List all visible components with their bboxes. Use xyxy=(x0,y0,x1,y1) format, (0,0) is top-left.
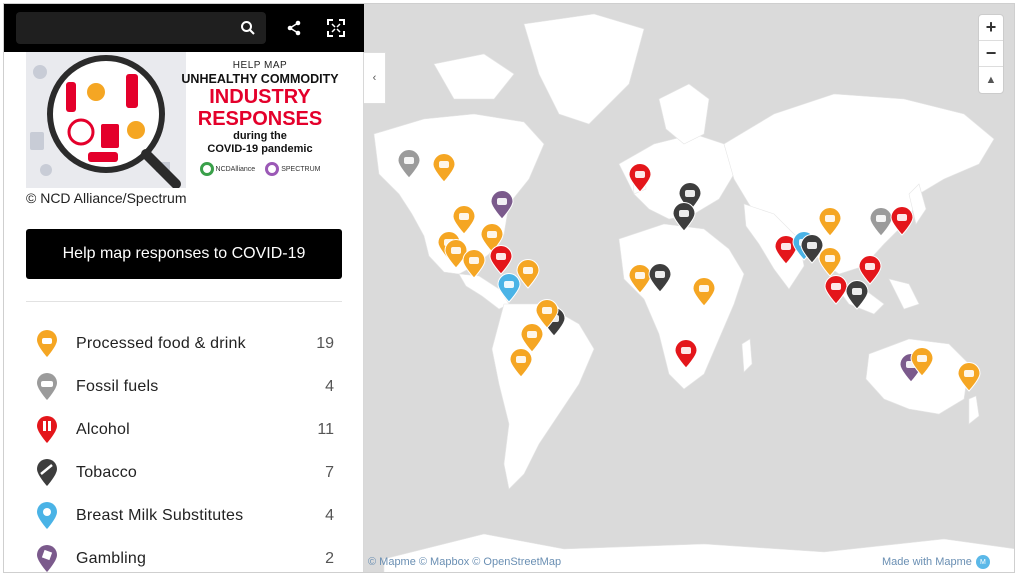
share-icon xyxy=(287,20,301,36)
legend-count: 19 xyxy=(316,334,334,352)
made-with-mapme[interactable]: Made with Mapme M xyxy=(882,555,990,569)
spectrum-logo-icon xyxy=(265,162,280,176)
legend-item-fossil-fuels[interactable]: Fossil fuels 4 xyxy=(26,365,342,408)
banner-covid: COVID-19 pandemic xyxy=(207,143,313,155)
cigarette-icon xyxy=(37,458,57,486)
legend-label: Breast Milk Substitutes xyxy=(76,506,244,524)
made-with-label: Made with Mapme xyxy=(882,556,972,568)
spectrum-logo: SPECTRUM xyxy=(265,162,320,176)
legend-label: Processed food & drink xyxy=(76,334,246,352)
banner-help-map: HELP MAP xyxy=(232,60,288,71)
magnifier-illustration-icon xyxy=(26,52,186,188)
banner-unhealthy: UNHEALTHY COMMODITY xyxy=(181,72,339,86)
help-map-button[interactable]: Help map responses to COVID-19 xyxy=(26,229,342,279)
legend-count: 4 xyxy=(325,377,334,395)
map-frame: + − ▲ © Mapme © Mapbox © OpenStreetMap M… xyxy=(3,3,1015,573)
legend-item-alcohol[interactable]: Alcohol 11 xyxy=(26,408,342,451)
baby-icon xyxy=(37,501,57,529)
divider xyxy=(26,301,342,302)
mapme-logo-icon: M xyxy=(975,555,990,569)
banner-during: during the xyxy=(233,130,287,142)
legend-count: 11 xyxy=(317,420,334,438)
legend-count: 4 xyxy=(325,506,334,524)
ncd-logo-icon xyxy=(199,162,214,176)
image-credit: © NCD Alliance/Spectrum xyxy=(26,190,187,206)
legend-item-gambling[interactable]: Gambling 2 xyxy=(26,537,342,572)
legend-count: 7 xyxy=(325,463,334,481)
category-legend: Processed food & drink 19 Fossil fuels 4… xyxy=(26,322,342,572)
share-button[interactable] xyxy=(280,14,308,42)
banner-image: HELP MAP UNHEALTHY COMMODITY INDUSTRY RE… xyxy=(26,52,344,188)
legend-count: 2 xyxy=(325,549,334,567)
legend-label: Tobacco xyxy=(76,463,137,481)
banner-industry: INDUSTRY xyxy=(209,86,311,108)
collapse-panel-button[interactable]: ‹ xyxy=(364,52,386,104)
legend-item-processed-food[interactable]: Processed food & drink 19 xyxy=(26,322,342,365)
food-icon xyxy=(37,329,57,357)
fullscreen-button[interactable] xyxy=(322,14,350,42)
legend-item-breast-milk[interactable]: Breast Milk Substitutes 4 xyxy=(26,494,342,537)
compass-button[interactable]: ▲ xyxy=(979,67,1003,93)
search-icon[interactable] xyxy=(240,20,256,36)
ncd-alliance-logo: NCDAlliance xyxy=(199,162,255,176)
zoom-out-button[interactable]: − xyxy=(979,41,1003,67)
side-panel: HELP MAP UNHEALTHY COMMODITY INDUSTRY RE… xyxy=(4,4,364,572)
bottle-icon xyxy=(37,415,57,443)
dice-icon xyxy=(37,544,57,572)
zoom-controls: + − ▲ xyxy=(978,14,1004,94)
car-icon xyxy=(37,372,57,400)
fullscreen-icon xyxy=(327,19,345,37)
banner-responses: RESPONSES xyxy=(197,108,323,130)
legend-label: Gambling xyxy=(76,549,147,567)
map-attribution[interactable]: © Mapme © Mapbox © OpenStreetMap xyxy=(368,556,561,568)
legend-item-tobacco[interactable]: Tobacco 7 xyxy=(26,451,342,494)
banner-text: HELP MAP UNHEALTHY COMMODITY INDUSTRY RE… xyxy=(176,60,344,176)
zoom-in-button[interactable]: + xyxy=(979,15,1003,41)
search-input[interactable] xyxy=(16,12,266,44)
banner-logos: NCDAlliance SPECTRUM xyxy=(176,162,344,176)
legend-label: Alcohol xyxy=(76,420,130,438)
legend-label: Fossil fuels xyxy=(76,377,159,395)
top-toolbar xyxy=(4,4,364,52)
